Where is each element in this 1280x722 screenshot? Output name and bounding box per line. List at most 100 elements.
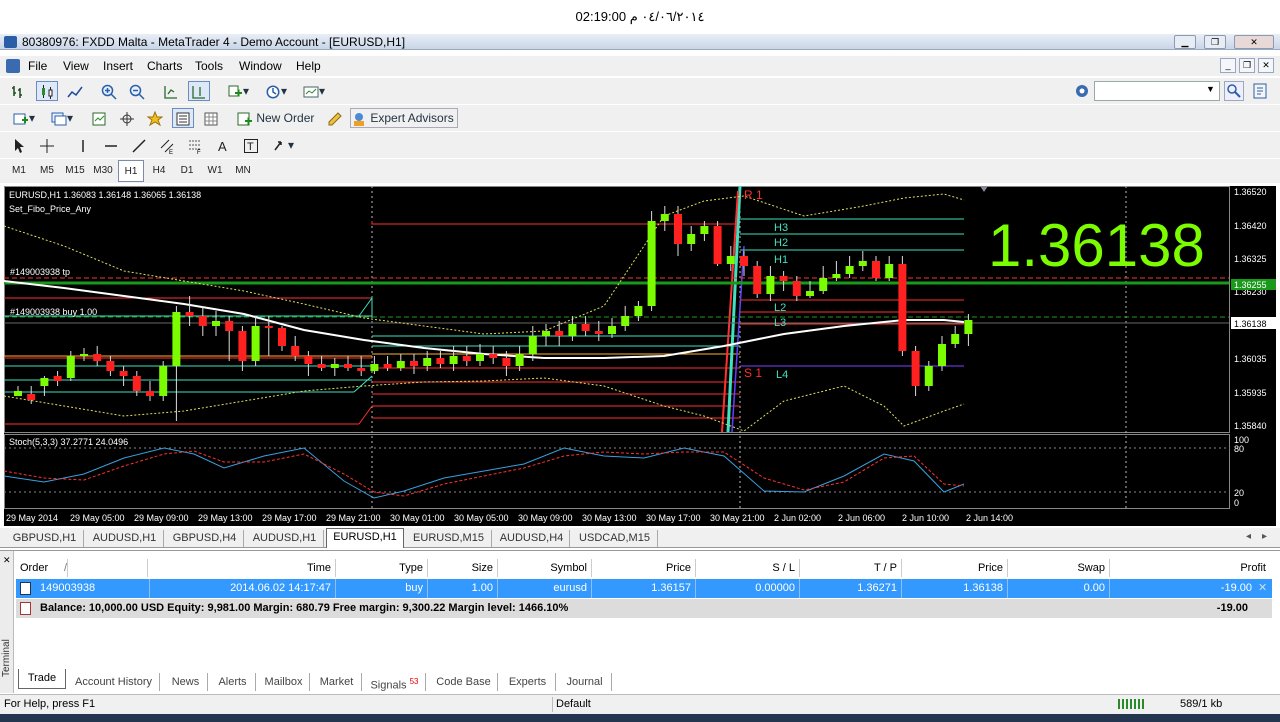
tab-audusd-h4[interactable]: AUDUSD,H4 [494, 530, 570, 547]
profiles-icon[interactable]: ▾ [46, 108, 78, 128]
col-sl[interactable]: S / L [696, 559, 800, 577]
tab-usdcad-m15[interactable]: USDCAD,M15 [572, 530, 658, 547]
community-icon[interactable] [1250, 81, 1272, 101]
market-watch-icon[interactable] [88, 108, 110, 128]
line-chart-icon[interactable] [64, 81, 86, 101]
tab-gbpusd-h1[interactable]: GBPUSD,H1 [6, 530, 84, 547]
mdi-chart-icon[interactable] [6, 59, 20, 73]
new-order-button[interactable]: New Order [236, 108, 320, 128]
timeframe-h4[interactable]: H4 [146, 160, 172, 182]
data-window-icon[interactable] [116, 108, 138, 128]
candlestick-icon[interactable] [36, 81, 58, 101]
indicators-icon[interactable]: ▾ [222, 81, 254, 101]
timeframe-h1[interactable]: H1 [118, 160, 144, 182]
vertical-line-icon[interactable] [72, 135, 94, 155]
tab-audusd-h1[interactable]: AUDUSD,H1 [86, 530, 164, 547]
minimize-button[interactable]: ▁ [1174, 35, 1196, 49]
timeframe-w1[interactable]: W1 [202, 160, 228, 182]
templates-icon[interactable]: ▾ [298, 81, 330, 101]
search-dropdown-icon[interactable]: ▼ [1206, 84, 1215, 94]
close-order-icon[interactable]: ✕ [1258, 581, 1267, 594]
text-label-icon[interactable]: T [240, 135, 262, 155]
crosshair-icon[interactable] [36, 135, 58, 155]
col-current-price[interactable]: Price [902, 559, 1008, 577]
menu-file[interactable]: File [28, 59, 47, 73]
col-time[interactable]: Time [148, 559, 336, 577]
cursor-icon[interactable] [8, 135, 30, 155]
tab-journal[interactable]: Journal [558, 673, 612, 691]
col-swap[interactable]: Swap [1008, 559, 1110, 577]
tab-code-base[interactable]: Code Base [430, 673, 498, 691]
trendline-icon[interactable] [128, 135, 150, 155]
arrows-icon[interactable]: ▾ [266, 135, 300, 155]
tab-gbpusd-h4[interactable]: GBPUSD,H4 [166, 530, 244, 547]
level-h3: H3 [774, 222, 788, 234]
balance-summary: Balance: 10,000.00 USD Equity: 9,981.00 … [40, 602, 569, 614]
text-icon[interactable]: A [212, 135, 234, 155]
timeframe-m15[interactable]: M15 [62, 160, 88, 182]
tabs-scroll-right-icon[interactable]: ▸ [1262, 531, 1267, 542]
tab-eurusd-m15[interactable]: EURUSD,M15 [406, 530, 492, 547]
horizontal-line-icon[interactable] [100, 135, 122, 155]
col-price[interactable]: Price [592, 559, 696, 577]
expert-advisors-button[interactable]: Expert Advisors [350, 108, 458, 128]
strategy-tester-icon[interactable] [200, 108, 222, 128]
periods-icon[interactable]: ▾ [260, 81, 292, 101]
zoom-out-icon[interactable] [126, 81, 148, 101]
col-symbol[interactable]: Symbol [498, 559, 592, 577]
chart-shift-marker[interactable] [980, 186, 988, 192]
tab-signals[interactable]: Signals 53 [364, 673, 426, 692]
tab-alerts[interactable]: Alerts [210, 673, 256, 691]
tab-mailbox[interactable]: Mailbox [258, 673, 310, 691]
maximize-button[interactable]: ❐ [1204, 35, 1226, 49]
col-sort[interactable]: / [60, 559, 148, 577]
terminal-close-icon[interactable]: ✕ [3, 555, 11, 566]
col-size[interactable]: Size [428, 559, 498, 577]
tab-experts[interactable]: Experts [500, 673, 556, 691]
timeframe-m5[interactable]: M5 [34, 160, 60, 182]
channel-icon[interactable]: E [156, 135, 178, 155]
timeframe-d1[interactable]: D1 [174, 160, 200, 182]
col-tp[interactable]: T / P [800, 559, 902, 577]
menu-window[interactable]: Window [239, 59, 282, 73]
chart-shift-icon[interactable] [188, 81, 210, 101]
tab-market[interactable]: Market [312, 673, 362, 691]
col-profit[interactable]: Profit [1110, 559, 1270, 577]
timeframe-m1[interactable]: M1 [6, 160, 32, 182]
fibonacci-icon[interactable]: F [184, 135, 206, 155]
menu-tools[interactable]: Tools [195, 59, 223, 73]
chart-window[interactable]: EURUSD,H1 1.36083 1.36148 1.36065 1.3613… [3, 185, 1276, 526]
status-profile[interactable]: Default [556, 698, 591, 710]
tab-account-history[interactable]: Account History [68, 673, 160, 691]
timeframe-mn[interactable]: MN [230, 160, 256, 182]
tab-audusd-h1-2[interactable]: AUDUSD,H1 [246, 530, 324, 547]
tabs-scroll-left-icon[interactable]: ◂ [1246, 531, 1251, 542]
timeframe-m30[interactable]: M30 [90, 160, 116, 182]
price-chart[interactable]: EURUSD,H1 1.36083 1.36148 1.36065 1.3613… [3, 185, 1276, 526]
terminal-sidebar[interactable]: ✕ Terminal [0, 551, 14, 693]
menu-view[interactable]: View [63, 59, 89, 73]
bar-chart-icon[interactable] [8, 81, 30, 101]
level-h2: H2 [774, 237, 788, 249]
mdi-restore-button[interactable]: ❐ [1239, 58, 1255, 73]
search-icon[interactable] [1224, 81, 1244, 101]
tab-eurusd-h1[interactable]: EURUSD,H1 [326, 528, 404, 548]
new-chart-icon[interactable]: ▾ [8, 108, 40, 128]
tab-news[interactable]: News [164, 673, 208, 691]
menu-charts[interactable]: Charts [147, 59, 182, 73]
menu-help[interactable]: Help [296, 59, 321, 73]
auto-scroll-icon[interactable] [160, 81, 182, 101]
zoom-in-icon[interactable] [98, 81, 120, 101]
mdi-close-button[interactable]: ✕ [1258, 58, 1274, 73]
tab-trade[interactable]: Trade [18, 669, 66, 689]
search-settings-icon[interactable] [1072, 81, 1092, 101]
metaeditor-icon[interactable] [324, 108, 346, 128]
menu-insert[interactable]: Insert [103, 59, 133, 73]
navigator-icon[interactable] [144, 108, 166, 128]
close-button[interactable]: ✕ [1234, 35, 1274, 49]
table-row[interactable]: 149003938 2014.06.02 14:17:47 buy 1.00 e… [16, 579, 1272, 598]
col-type[interactable]: Type [336, 559, 428, 577]
mdi-minimize-button[interactable]: _ [1220, 58, 1236, 73]
search-input[interactable] [1094, 81, 1220, 101]
terminal-icon[interactable] [172, 108, 194, 128]
